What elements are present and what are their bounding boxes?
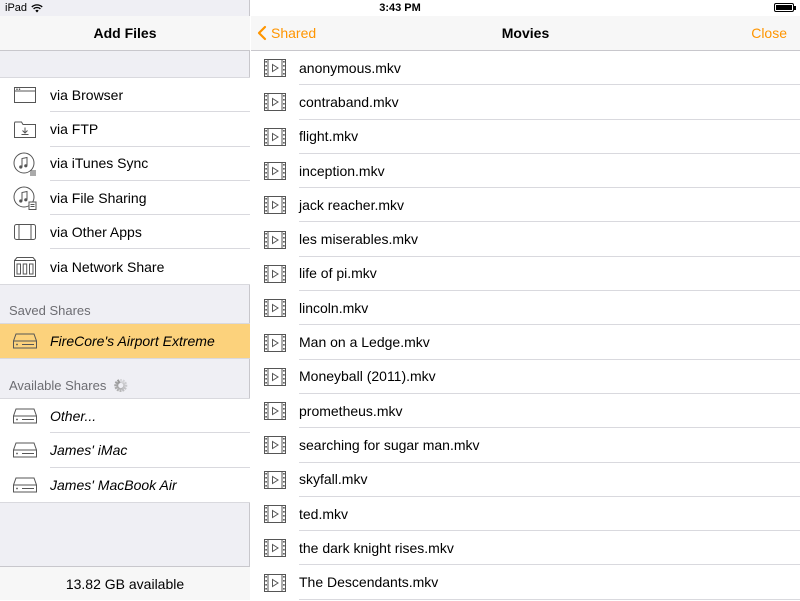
- file-row[interactable]: inception.mkv: [251, 154, 800, 189]
- video-file-icon: [251, 127, 299, 146]
- file-row[interactable]: The Descendants.mkv: [251, 565, 800, 600]
- network-share-icon: [0, 256, 50, 277]
- storage-available: 13.82 GB available: [0, 566, 250, 600]
- file-row[interactable]: searching for sugar man.mkv: [251, 428, 800, 463]
- file-name: les miserables.mkv: [299, 222, 800, 257]
- video-file-icon: [251, 299, 299, 318]
- add-option-browser-window[interactable]: via Browser: [0, 78, 250, 113]
- file-name: prometheus.mkv: [299, 394, 800, 429]
- file-name: contraband.mkv: [299, 85, 800, 120]
- file-row[interactable]: lincoln.mkv: [251, 291, 800, 326]
- add-option-ftp-folder[interactable]: via FTP: [0, 112, 250, 147]
- video-file-icon: [251, 505, 299, 523]
- file-name: The Descendants.mkv: [299, 565, 800, 600]
- video-file-icon: [251, 573, 299, 592]
- available-shares-list: Other... James' iMac James' MacBook Air: [0, 398, 250, 503]
- add-option-network-share-label: via Network Share: [50, 258, 165, 275]
- video-file-icon: [251, 333, 299, 352]
- add-option-browser-window-label: via Browser: [50, 78, 250, 113]
- add-option-ftp-folder-label: via FTP: [50, 112, 250, 147]
- file-sharing-icon: [0, 186, 50, 211]
- file-list: anonymous.mkv contraband.mkv flight.mkv inc…: [251, 51, 800, 600]
- video-file-icon: [251, 93, 299, 112]
- back-button[interactable]: Shared: [257, 16, 316, 50]
- panel-title: Add Files: [0, 16, 250, 51]
- file-name: ted.mkv: [299, 497, 800, 532]
- file-name: life of pi.mkv: [299, 257, 800, 292]
- file-browser-panel: Shared Movies Close anonymous.mkv contrab…: [251, 0, 800, 600]
- video-file-icon: [251, 196, 299, 215]
- status-time: 3:43 PM: [379, 2, 421, 14]
- file-row[interactable]: skyfall.mkv: [251, 463, 800, 497]
- video-file-icon: [251, 59, 299, 78]
- chevron-left-icon: [257, 25, 267, 41]
- available-share-item[interactable]: James' iMac: [0, 433, 250, 468]
- available-share-item-label: Other...: [50, 399, 250, 434]
- file-row[interactable]: flight.mkv: [251, 120, 800, 154]
- file-row[interactable]: jack reacher.mkv: [251, 188, 800, 223]
- add-option-itunes-sync[interactable]: via iTunes Sync: [0, 147, 250, 181]
- add-option-file-sharing[interactable]: via File Sharing: [0, 181, 250, 216]
- available-share-item-label: James' iMac: [50, 433, 250, 468]
- file-row[interactable]: Moneyball (2011).mkv: [251, 360, 800, 394]
- file-row[interactable]: contraband.mkv: [251, 85, 800, 120]
- video-file-icon: [251, 436, 299, 455]
- available-share-item[interactable]: Other...: [0, 399, 250, 434]
- battery-icon: [774, 3, 796, 12]
- file-name: Man on a Ledge.mkv: [299, 325, 800, 360]
- add-options-list: via Browser via FTP via iTunes Sync via Fil…: [0, 77, 250, 285]
- available-shares-heading: Available Shares: [9, 378, 128, 393]
- available-share-item[interactable]: James' MacBook Air: [0, 468, 250, 502]
- file-name: anonymous.mkv: [299, 51, 800, 86]
- folder-title: Movies: [501, 25, 550, 41]
- video-file-icon: [251, 230, 299, 249]
- navigation-bar: Shared Movies Close: [251, 16, 800, 51]
- add-option-network-share[interactable]: via Network Share: [0, 249, 250, 283]
- add-option-itunes-sync-label: via iTunes Sync: [50, 147, 250, 181]
- itunes-sync-icon: [0, 152, 50, 176]
- video-file-icon: [251, 264, 299, 283]
- saved-shares-heading: Saved Shares: [9, 303, 91, 318]
- file-name: flight.mkv: [299, 120, 800, 154]
- saved-shares-list: FireCore's Airport Extreme: [0, 323, 250, 360]
- add-option-other-apps[interactable]: via Other Apps: [0, 215, 250, 250]
- file-name: Moneyball (2011).mkv: [299, 360, 800, 394]
- ftp-folder-icon: [0, 120, 50, 139]
- file-name: skyfall.mkv: [299, 463, 800, 497]
- add-option-file-sharing-label: via File Sharing: [50, 181, 250, 216]
- add-option-other-apps-label: via Other Apps: [50, 215, 250, 250]
- file-name: jack reacher.mkv: [299, 188, 800, 223]
- file-row[interactable]: Man on a Ledge.mkv: [251, 325, 800, 360]
- file-name: inception.mkv: [299, 154, 800, 189]
- add-files-panel: Add Files via Browser via FTP via iTunes S…: [0, 0, 250, 600]
- file-row[interactable]: prometheus.mkv: [251, 394, 800, 429]
- video-file-icon: [251, 367, 299, 386]
- file-row[interactable]: anonymous.mkv: [251, 51, 800, 86]
- drive-icon: [0, 333, 50, 349]
- drive-icon: [0, 408, 50, 424]
- drive-icon: [0, 442, 50, 458]
- video-file-icon: [251, 162, 299, 181]
- loading-spinner-icon: [114, 379, 128, 392]
- video-file-icon: [251, 470, 299, 489]
- file-row[interactable]: the dark knight rises.mkv: [251, 531, 800, 566]
- browser-window-icon: [0, 87, 50, 104]
- status-bar: iPad 3:43 PM: [0, 0, 800, 16]
- available-share-item-label: James' MacBook Air: [50, 476, 177, 493]
- video-file-icon: [251, 402, 299, 421]
- saved-share-item[interactable]: FireCore's Airport Extreme: [0, 324, 250, 359]
- file-name: the dark knight rises.mkv: [299, 531, 800, 566]
- other-apps-icon: [0, 224, 50, 241]
- saved-share-item-label: FireCore's Airport Extreme: [50, 333, 215, 350]
- file-row[interactable]: life of pi.mkv: [251, 257, 800, 292]
- back-button-label: Shared: [271, 25, 317, 41]
- drive-icon: [0, 477, 50, 493]
- file-name: lincoln.mkv: [299, 291, 800, 326]
- file-row[interactable]: les miserables.mkv: [251, 222, 800, 257]
- close-button[interactable]: Close: [751, 16, 787, 50]
- file-row[interactable]: ted.mkv: [251, 497, 800, 532]
- file-name: searching for sugar man.mkv: [299, 428, 800, 463]
- video-file-icon: [251, 539, 299, 558]
